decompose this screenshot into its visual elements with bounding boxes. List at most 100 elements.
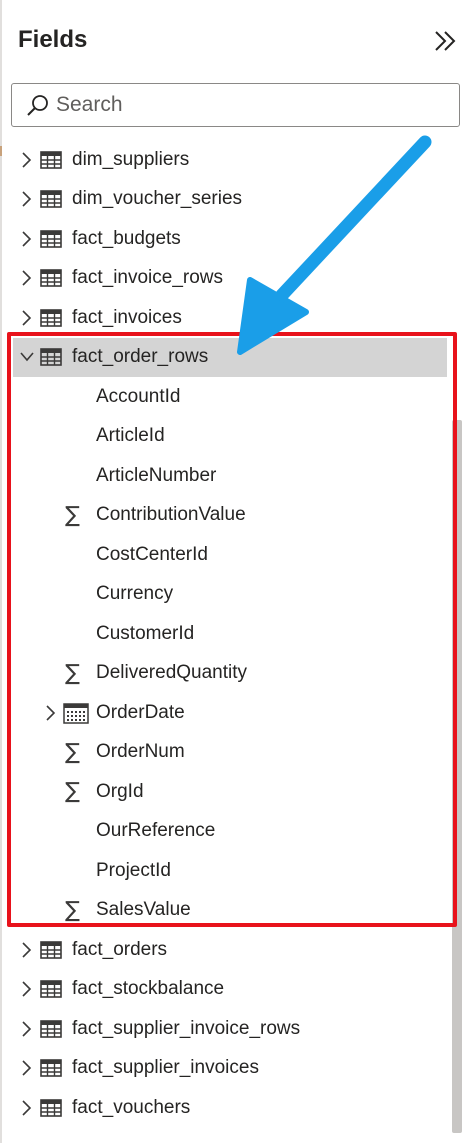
chevron-right-icon: [22, 152, 32, 168]
chevron-right-icon: [22, 1060, 32, 1076]
expand-toggle[interactable]: [20, 942, 34, 958]
field-row-orderdate[interactable]: OrderDate: [0, 693, 452, 733]
field-row-costcenterid[interactable]: CostCenterId: [0, 535, 452, 575]
sigma-icon: ∑: [65, 897, 80, 923]
table-icon-wrap: [40, 980, 62, 999]
field-row-projectid[interactable]: ProjectId: [0, 851, 452, 891]
table-row-dim-suppliers[interactable]: dim_suppliers: [0, 140, 452, 180]
table-row-fact-budgets[interactable]: fact_budgets: [0, 219, 452, 259]
field-name: ArticleId: [96, 425, 165, 447]
search-box[interactable]: [11, 83, 460, 127]
field-row-orgid[interactable]: ∑ OrgId: [0, 772, 452, 812]
field-name: AccountId: [96, 385, 181, 407]
table-name: fact_supplier_invoice_rows: [72, 1017, 301, 1039]
field-name: CostCenterId: [96, 543, 208, 565]
field-row-articlenumber[interactable]: ArticleNumber: [0, 456, 452, 496]
field-row-ordernum[interactable]: ∑ OrderNum: [0, 733, 452, 773]
chevron-right-icon: [22, 231, 32, 247]
field-list: dim_suppliers dim_voucher_series fact_budg…: [0, 140, 452, 1128]
search-icon: [27, 95, 48, 116]
pane-title: Fields: [18, 26, 88, 53]
table-icon-wrap: [40, 190, 62, 209]
table-name: fact_supplier_invoices: [72, 1057, 259, 1079]
table-name: fact_orders: [72, 938, 168, 960]
field-row-accountid[interactable]: AccountId: [0, 377, 452, 417]
expand-toggle[interactable]: [20, 1100, 34, 1116]
search-input[interactable]: [56, 90, 446, 120]
chevron-right-icon: [22, 1021, 32, 1037]
field-name: ProjectId: [96, 859, 171, 881]
field-name: OrderDate: [96, 701, 185, 723]
table-row-fact-invoices[interactable]: fact_invoices: [0, 298, 452, 338]
scrollbar[interactable]: [452, 420, 462, 1133]
field-row-articleid[interactable]: ArticleId: [0, 417, 452, 457]
collapse-pane-button[interactable]: [428, 26, 462, 56]
expand-toggle[interactable]: [20, 231, 34, 247]
table-icon: [40, 308, 62, 327]
field-row-salesvalue[interactable]: ∑ SalesValue: [0, 891, 452, 931]
chevron-right-icon: [22, 942, 32, 958]
expand-toggle[interactable]: [20, 310, 34, 326]
calendar-icon-wrap: [63, 702, 89, 724]
expand-toggle[interactable]: [20, 1060, 34, 1076]
expand-toggle[interactable]: [20, 349, 34, 365]
field-row-deliveredquantity[interactable]: ∑ DeliveredQuantity: [0, 654, 452, 694]
double-chevron-right-icon: [435, 31, 456, 51]
chevron-right-icon: [22, 1100, 32, 1116]
table-row-fact-order-rows[interactable]: fact_order_rows: [13, 337, 447, 377]
sigma-icon: ∑: [65, 739, 80, 765]
table-row-fact-orders[interactable]: fact_orders: [0, 930, 452, 970]
table-row-dim-voucher-series[interactable]: dim_voucher_series: [0, 180, 452, 220]
field-name: Currency: [96, 583, 174, 605]
field-name: OrderNum: [96, 741, 185, 763]
table-name: fact_vouchers: [72, 1096, 191, 1118]
table-icon: [40, 150, 62, 169]
table-icon-wrap: [40, 940, 62, 959]
table-row-fact-stockbalance[interactable]: fact_stockbalance: [0, 970, 452, 1010]
table-icon: [40, 229, 62, 248]
chevron-right-icon: [22, 191, 32, 207]
table-row-fact-supplier-invoices[interactable]: fact_supplier_invoices: [0, 1049, 452, 1089]
chevron-down-icon: [20, 352, 34, 362]
chevron-right-icon: [22, 270, 32, 286]
sigma-icon: ∑: [65, 660, 80, 686]
field-name: ContributionValue: [96, 504, 246, 526]
field-row-contributionvalue[interactable]: ∑ ContributionValue: [0, 496, 452, 536]
field-name: CustomerId: [96, 622, 195, 644]
table-icon: [40, 980, 62, 999]
table-icon: [40, 940, 62, 959]
table-icon-wrap: [40, 1098, 62, 1117]
sigma-icon: ∑: [65, 779, 80, 804]
expand-toggle[interactable]: [20, 1021, 34, 1037]
expand-toggle[interactable]: [20, 152, 34, 168]
table-row-fact-supplier-invoice-rows[interactable]: fact_supplier_invoice_rows: [0, 1009, 452, 1049]
field-row-customerid[interactable]: CustomerId: [0, 614, 452, 654]
table-icon: [40, 190, 62, 209]
chevron-right-icon: [22, 981, 32, 997]
table-icon-wrap: [40, 348, 62, 367]
expand-toggle[interactable]: [44, 705, 58, 721]
table-icon-wrap: [40, 150, 62, 169]
chevron-right-icon: [46, 705, 56, 721]
table-row-fact-invoice-rows[interactable]: fact_invoice_rows: [0, 259, 452, 299]
field-name: DeliveredQuantity: [96, 662, 248, 684]
table-icon: [40, 269, 62, 288]
table-row-fact-vouchers[interactable]: fact_vouchers: [0, 1088, 452, 1128]
field-name: OurReference: [96, 820, 216, 842]
expand-toggle[interactable]: [20, 270, 34, 286]
table-icon-wrap: [40, 1059, 62, 1078]
table-icon: [40, 348, 62, 367]
expand-toggle[interactable]: [20, 191, 34, 207]
table-icon-wrap: [40, 229, 62, 248]
field-row-currency[interactable]: Currency: [0, 575, 452, 615]
chevron-right-icon: [22, 310, 32, 326]
sigma-icon: ∑: [65, 502, 80, 528]
table-name: fact_invoices: [72, 306, 182, 328]
table-icon: [40, 1019, 62, 1038]
table-name: dim_suppliers: [72, 148, 190, 170]
table-icon: [40, 1059, 62, 1078]
expand-toggle[interactable]: [20, 981, 34, 997]
field-row-ourreference[interactable]: OurReference: [0, 812, 452, 852]
table-name: dim_voucher_series: [72, 188, 243, 210]
field-name: ArticleNumber: [96, 464, 217, 486]
